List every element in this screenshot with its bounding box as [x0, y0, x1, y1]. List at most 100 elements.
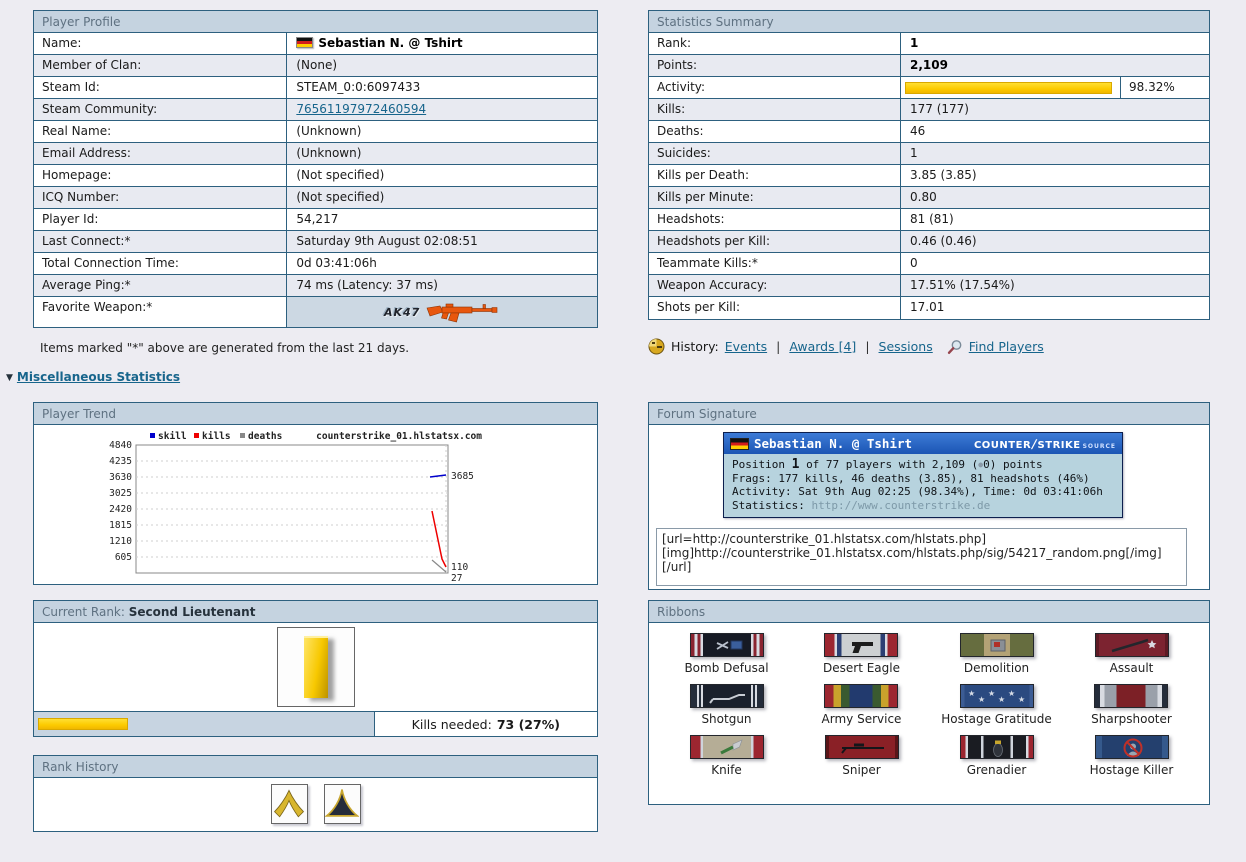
table-row: Steam Community: 76561197972460594 — [34, 99, 597, 121]
ribbon-item: Knife — [690, 735, 764, 777]
ak47-weapon-icon — [426, 299, 500, 325]
table-row: Player Id: 54,217 — [34, 209, 597, 231]
signature-player-name: Sebastian N. @ Tshirt — [754, 436, 912, 451]
ribbon-item: Army Service — [822, 684, 902, 726]
panel-title: Player Trend — [34, 403, 597, 425]
y-tick: 1815 — [109, 520, 132, 531]
player-name-value: Sebastian N. @ Tshirt — [287, 33, 597, 54]
y-tick: 4235 — [109, 456, 132, 467]
chart-title: counterstrike_01.hlstatsx.com — [316, 431, 482, 442]
table-row: Shots per Kill: 17.01 — [649, 297, 1209, 319]
rank-value: 1 — [910, 36, 918, 50]
table-row: Weapon Accuracy: 17.51% (17.54%) — [649, 275, 1209, 297]
demolition-ribbon-icon — [960, 633, 1034, 657]
ribbon-item: Shotgun — [690, 684, 764, 726]
y-tick: 4840 — [109, 440, 132, 451]
signature-line-activity: Activity: Sat 9th Aug 02:25 (98.34%), Ti… — [732, 485, 1114, 499]
y-tick: 605 — [115, 552, 132, 563]
dark-chevron-icon — [325, 786, 359, 822]
svg-text:★: ★ — [998, 695, 1005, 704]
legend-label: skill — [158, 431, 187, 442]
find-players-link[interactable]: Find Players — [969, 339, 1044, 354]
history-label: History: — [671, 339, 719, 354]
ribbon-item: Bomb Defusal — [684, 633, 768, 675]
skill-end-label: 3685 — [451, 471, 474, 482]
current-rank-label: Current Rank: — [42, 605, 125, 619]
ribbons-panel: Ribbons Bomb Defusal Desert Eagle Demoli… — [648, 600, 1210, 805]
hlstatsx-player-page: Player Profile Name: Sebastian N. @ Tshi… — [0, 0, 1246, 862]
progress-fill — [38, 718, 128, 730]
legend-swatch-skill — [150, 433, 155, 438]
current-rank-value: Second Lieutenant — [129, 605, 256, 619]
table-row: Kills per Death: 3.85 (3.85) — [649, 165, 1209, 187]
table-row: Steam Id: STEAM_0:0:6097433 — [34, 77, 597, 99]
miscellaneous-statistics-link[interactable]: Miscellaneous Statistics — [17, 370, 180, 384]
table-row: Total Connection Time: 0d 03:41:06h — [34, 253, 597, 275]
player-name: Sebastian N. @ Tshirt — [318, 36, 462, 50]
table-row: Member of Clan: (None) — [34, 55, 597, 77]
assault-ribbon-icon — [1095, 633, 1169, 657]
table-row: Suicides: 1 — [649, 143, 1209, 165]
gold-chevron-icon — [272, 786, 306, 822]
ribbon-item: ★ ★ ★ ★ ★ ★ Hostage Gratitude — [941, 684, 1051, 726]
table-row: Points: 2,109 — [649, 55, 1209, 77]
germany-flag-icon — [296, 37, 313, 48]
chevron-down-icon: ▼ — [6, 373, 13, 383]
events-link[interactable]: Events — [725, 339, 767, 354]
panel-title: Forum Signature — [649, 403, 1209, 425]
points-value: 2,109 — [910, 58, 948, 72]
sessions-link[interactable]: Sessions — [879, 339, 933, 354]
svg-text:★: ★ — [988, 689, 995, 698]
table-row: Deaths: 46 — [649, 121, 1209, 143]
signature-bbcode-textarea[interactable]: [url=http://counterstrike_01.hlstatsx.co… — [656, 528, 1187, 586]
ribbon-item: Assault — [1095, 633, 1169, 675]
table-row: Last Connect:* Saturday 9th August 02:08… — [34, 231, 597, 253]
table-row: Real Name: (Unknown) — [34, 121, 597, 143]
awards-link[interactable]: Awards [4] — [789, 339, 856, 354]
desert-eagle-ribbon-icon — [824, 633, 898, 657]
deaths-end-label: 27 — [451, 573, 462, 583]
table-row: Email Address: (Unknown) — [34, 143, 597, 165]
asterisk-note: Items marked "*" above are generated fro… — [40, 341, 409, 355]
ribbon-item: Sniper — [825, 735, 899, 777]
table-row: Rank: 1 — [649, 33, 1209, 55]
kills-needed-label: Kills needed: — [412, 717, 492, 732]
table-row: ICQ Number: (Not specified) — [34, 187, 597, 209]
panel-title: Player Profile — [34, 11, 597, 33]
legend-label: kills — [202, 431, 231, 442]
second-lieutenant-bar-icon — [304, 636, 328, 698]
ribbon-item: Sharpshooter — [1091, 684, 1172, 726]
panel-title: Ribbons — [649, 601, 1209, 623]
legend-swatch-deaths — [240, 433, 245, 438]
table-row: Homepage: (Not specified) — [34, 165, 597, 187]
signature-line-frags: Frags: 177 kills, 46 deaths (3.85), 81 h… — [732, 472, 1114, 486]
rank-progress-bar — [34, 712, 375, 736]
y-tick: 1210 — [109, 536, 132, 547]
signature-line-position: Position 1 of 77 players with 2,109 (●0)… — [732, 458, 1114, 472]
history-icon — [648, 338, 665, 355]
table-row: Average Ping:* 74 ms (Latency: 37 ms) — [34, 275, 597, 297]
sniper-ribbon-icon — [825, 735, 899, 759]
table-row: Name: Sebastian N. @ Tshirt — [34, 33, 597, 55]
y-tick: 2420 — [109, 504, 132, 515]
kills-end-label: 110 — [451, 562, 468, 573]
rank-history-insignia-2 — [324, 784, 361, 824]
steam-community-link[interactable]: 76561197972460594 — [296, 102, 426, 116]
rank-insignia-image — [277, 627, 355, 707]
table-row: Headshots: 81 (81) — [649, 209, 1209, 231]
table-row-activity: Activity: 98.32% — [649, 77, 1209, 99]
player-trend-chart: skill kills deaths counterstrike_01.hlst… — [90, 429, 510, 583]
current-rank-panel: Current Rank: Second Lieutenant Kills ne… — [33, 600, 598, 737]
search-icon — [947, 339, 963, 355]
table-row: Teammate Kills:* 0 — [649, 253, 1209, 275]
table-row-favorite-weapon: Favorite Weapon:* AK47 — [34, 297, 597, 327]
activity-percent: 98.32% — [1121, 77, 1209, 98]
rank-history-insignia-1 — [271, 784, 308, 824]
miscellaneous-statistics-toggle[interactable]: ▼ Miscellaneous Statistics — [6, 370, 180, 384]
hostage-killer-ribbon-icon — [1095, 735, 1169, 759]
ribbon-item: Hostage Killer — [1090, 735, 1174, 777]
sharpshooter-ribbon-icon — [1094, 684, 1168, 708]
svg-text:★: ★ — [1008, 689, 1015, 698]
kills-needed-value: 73 (27%) — [497, 717, 560, 732]
svg-text:★: ★ — [1018, 695, 1025, 704]
